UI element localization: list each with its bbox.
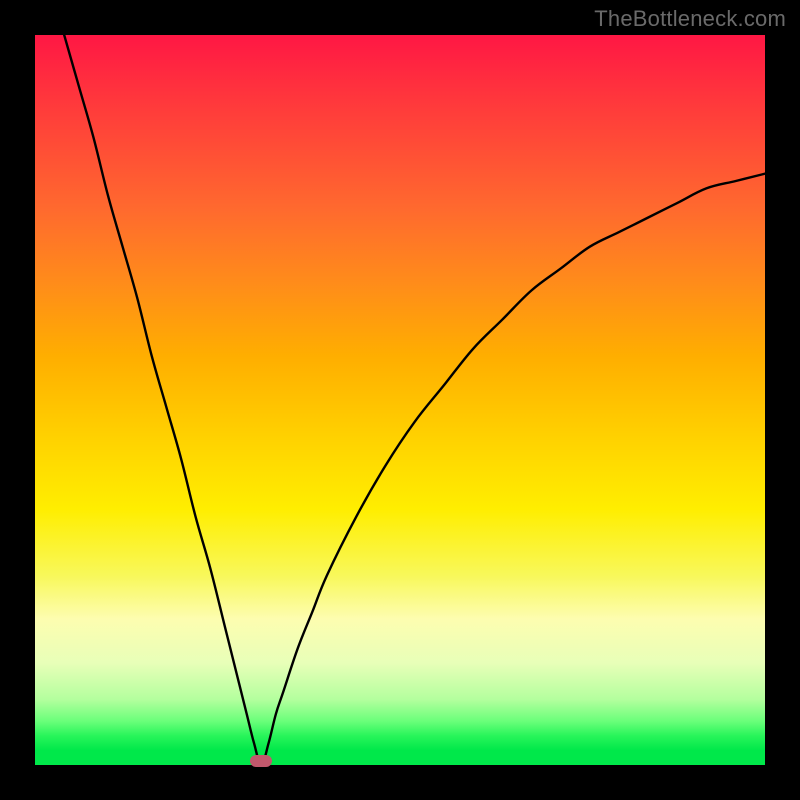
optimum-marker [250, 755, 272, 767]
chart-frame: TheBottleneck.com [0, 0, 800, 800]
attribution-text: TheBottleneck.com [594, 6, 786, 32]
bottleneck-curve [35, 35, 765, 765]
plot-area [35, 35, 765, 765]
